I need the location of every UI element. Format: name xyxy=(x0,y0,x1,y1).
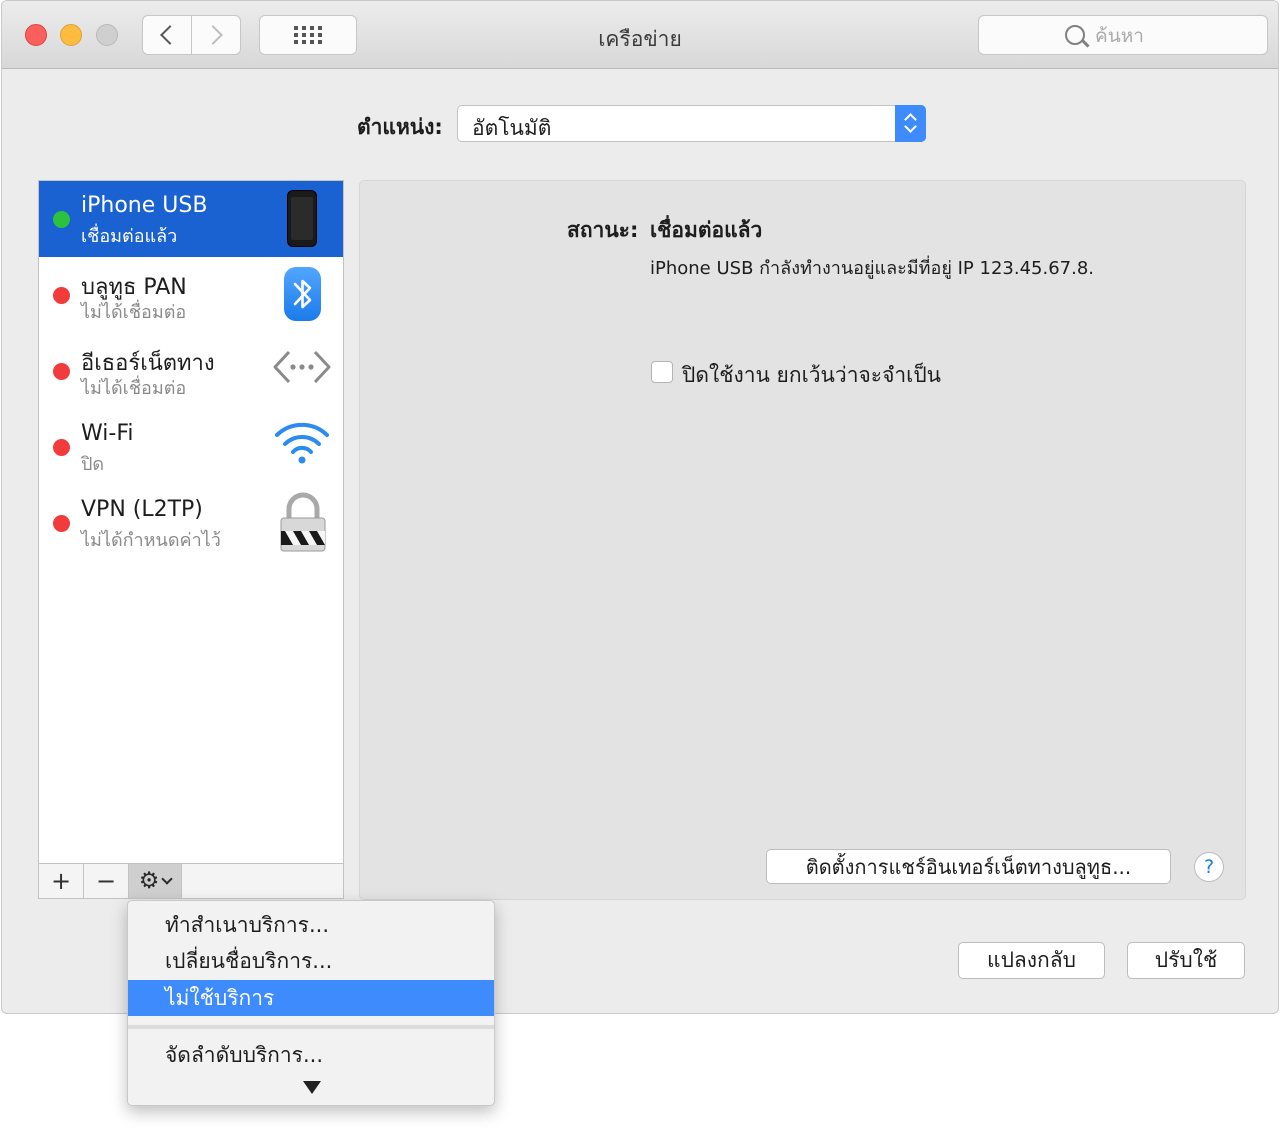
add-service-button[interactable]: + xyxy=(39,864,84,898)
disable-unless-needed-label[interactable]: ปิดใช้งาน ยกเว้นว่าจะจำเป็น xyxy=(682,359,941,392)
menu-separator xyxy=(128,1025,494,1029)
revert-button[interactable]: แปลงกลับ xyxy=(958,942,1105,979)
help-button[interactable]: ? xyxy=(1194,852,1224,882)
service-list-toolbar: + − ⚙ xyxy=(38,863,344,899)
gear-menu-button[interactable]: ⚙ xyxy=(129,864,182,898)
service-status: เชื่อมต่อแล้ว xyxy=(81,226,178,247)
disable-unless-needed-checkbox[interactable] xyxy=(651,361,673,383)
search-icon xyxy=(1065,25,1085,45)
search-field[interactable] xyxy=(978,15,1268,55)
service-item-vpn[interactable]: VPN (L2TP) ไม่ได้กำหนดค่าไว้ xyxy=(39,485,343,561)
service-item-iphone-usb[interactable]: iPhone USB เชื่อมต่อแล้ว xyxy=(39,181,343,257)
service-status: ไม่ได้กำหนดค่าไว้ xyxy=(81,530,221,551)
bluetooth-sharing-setup-button[interactable]: ติดตั้งการแชร์อินเทอร์เน็ตทางบลูทูธ... xyxy=(766,849,1171,884)
location-value: อัตโนมัติ xyxy=(472,116,552,140)
menu-item-set-service-order[interactable]: จัดลำดับบริการ... xyxy=(128,1037,494,1073)
chevron-down-icon xyxy=(161,873,173,885)
status-dot xyxy=(53,211,70,228)
status-dot xyxy=(53,515,70,532)
scroll-down-arrow-icon[interactable] xyxy=(303,1081,321,1094)
status-value: เชื่อมต่อแล้ว xyxy=(650,218,763,242)
status-dot xyxy=(53,287,70,304)
apply-button[interactable]: ปรับใช้ xyxy=(1127,942,1245,979)
service-item-wifi[interactable]: Wi-Fi ปิด xyxy=(39,409,343,485)
iphone-icon xyxy=(287,190,317,247)
status-dot xyxy=(53,363,70,380)
service-status: ไม่ได้เชื่อมต่อ xyxy=(81,302,187,323)
menu-item-make-service-inactive[interactable]: ไม่ใช้บริการ xyxy=(128,980,494,1016)
service-name: VPN (L2TP) xyxy=(81,497,203,522)
wifi-icon xyxy=(273,419,331,467)
location-select[interactable]: อัตโนมัติ xyxy=(457,105,926,142)
service-list[interactable]: iPhone USB เชื่อมต่อแล้ว บลูทูธ PAN ไม่ไ… xyxy=(38,180,344,864)
menu-item-duplicate-service[interactable]: ทำสำเนาบริการ... xyxy=(128,907,494,943)
gear-dropdown-menu: ทำสำเนาบริการ... เปลี่ยนชื่อบริการ... ไม… xyxy=(127,900,495,1106)
ethernet-icon xyxy=(273,347,331,387)
lock-icon xyxy=(279,491,327,553)
service-status: ปิด xyxy=(81,454,105,475)
bluetooth-icon xyxy=(284,267,321,321)
location-label: ตำแหน่ง: xyxy=(357,115,443,139)
title-bar: เครือข่าย xyxy=(2,1,1278,69)
service-item-ethernet[interactable]: อีเธอร์เน็ตทาง ไม่ได้เชื่อมต่อ xyxy=(39,333,343,409)
service-status: ไม่ได้เชื่อมต่อ xyxy=(81,378,187,399)
service-item-bluetooth-pan[interactable]: บลูทูธ PAN ไม่ได้เชื่อมต่อ xyxy=(39,257,343,333)
status-label: สถานะ: xyxy=(567,218,639,242)
search-input[interactable] xyxy=(1095,23,1255,49)
service-detail-panel: สถานะ: เชื่อมต่อแล้ว iPhone USB กำลังทำง… xyxy=(359,180,1246,900)
network-preferences-window: เครือข่าย ตำแหน่ง: อัตโนมัติ iPhone USB … xyxy=(1,0,1279,1014)
gear-icon: ⚙ xyxy=(138,867,160,894)
status-description: iPhone USB กำลังทำงานอยู่และมีที่อยู่ IP… xyxy=(650,258,1095,279)
status-dot xyxy=(53,439,70,456)
service-name: Wi-Fi xyxy=(81,421,134,446)
popup-stepper-icon xyxy=(895,105,926,142)
remove-service-button[interactable]: − xyxy=(84,864,129,898)
service-name: iPhone USB xyxy=(81,193,208,218)
menu-item-rename-service[interactable]: เปลี่ยนชื่อบริการ... xyxy=(128,943,494,979)
